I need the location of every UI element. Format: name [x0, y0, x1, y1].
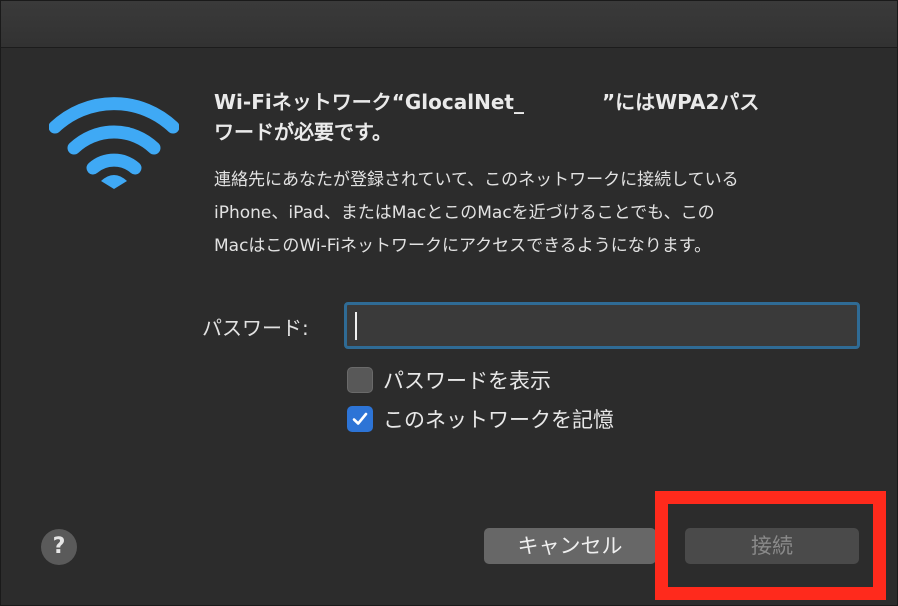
- dialog-title-suffix: ”にはWPA2パス: [601, 90, 760, 114]
- text-caret: [355, 312, 357, 340]
- dialog-title-prefix: Wi-Fiネットワーク“GlocalNet_: [214, 90, 524, 114]
- remember-network-option[interactable]: このネットワークを記憶: [347, 404, 614, 434]
- annotation-highlight-box: [655, 491, 886, 600]
- redacted-network-name: [523, 92, 602, 115]
- dialog-title: Wi-Fiネットワーク“GlocalNet_ ”にはWPA2パス ワードが必要です…: [214, 87, 854, 147]
- window-titlebar[interactable]: [1, 1, 897, 48]
- cancel-button[interactable]: キャンセル: [484, 528, 656, 564]
- show-password-label[interactable]: パスワードを表示: [383, 365, 551, 395]
- help-button[interactable]: ?: [41, 529, 77, 565]
- wifi-password-dialog: Wi-Fiネットワーク“GlocalNet_ ”にはWPA2パス ワードが必要です…: [0, 0, 898, 606]
- password-label: パスワード:: [202, 316, 309, 340]
- remember-network-checkbox[interactable]: [347, 406, 373, 432]
- password-input[interactable]: [344, 302, 860, 349]
- checkmark-icon: [352, 412, 368, 425]
- dialog-title-line2: ワードが必要です。: [214, 120, 392, 144]
- remember-network-label[interactable]: このネットワークを記憶: [383, 404, 614, 434]
- dialog-message: 連絡先にあなたが登録されていて、このネットワークに接続している iPhone、i…: [214, 170, 739, 256]
- wifi-icon: [48, 97, 180, 191]
- show-password-option[interactable]: パスワードを表示: [347, 365, 551, 395]
- show-password-checkbox[interactable]: [347, 367, 373, 393]
